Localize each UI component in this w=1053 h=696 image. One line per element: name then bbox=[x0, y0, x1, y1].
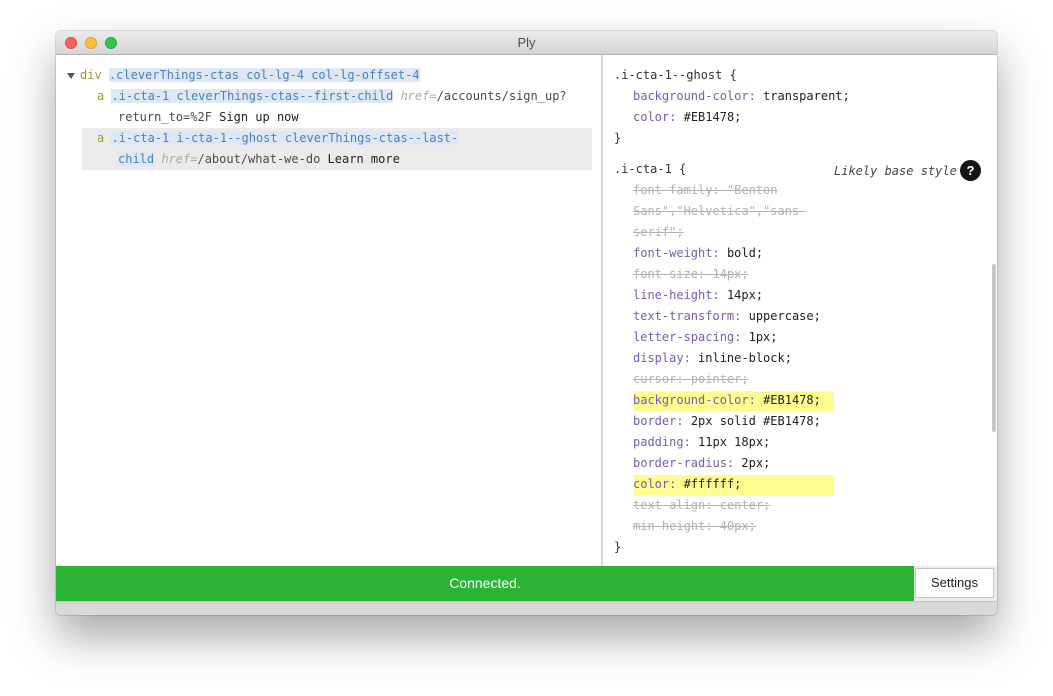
property-name: color: bbox=[633, 110, 677, 124]
window-title: Ply bbox=[517, 35, 536, 50]
declaration[interactable]: padding: 11px 18px; bbox=[633, 432, 770, 453]
declaration-overridden-cont: Sans","Helvetica","sans- bbox=[633, 204, 807, 218]
declaration-highlighted[interactable]: color: #ffffff; bbox=[633, 474, 741, 495]
app-window: Ply div .cleverThings-ctas col-lg-4 col-… bbox=[56, 31, 997, 615]
property-name: background-color: bbox=[633, 393, 756, 407]
property-value: #ffffff; bbox=[683, 477, 742, 491]
property-value: 1px; bbox=[748, 330, 778, 344]
settings-button[interactable]: Settings bbox=[915, 568, 994, 598]
property-value: #EB1478; bbox=[683, 110, 742, 124]
dom-node-div[interactable]: div .cleverThings-ctas col-lg-4 col-lg-o… bbox=[80, 65, 420, 86]
declaration[interactable]: color: #EB1478; bbox=[633, 107, 741, 128]
declaration-overridden[interactable]: text-align: center; bbox=[633, 495, 770, 516]
declaration-overridden-cont: serif"; bbox=[633, 225, 684, 239]
href-value-cont: return_to=%2F bbox=[118, 110, 212, 124]
property-value: uppercase; bbox=[748, 309, 821, 323]
href-key: href= bbox=[400, 89, 437, 103]
property-value: pointer; bbox=[690, 372, 749, 386]
declaration-overridden[interactable]: font-size: 14px; bbox=[633, 264, 749, 285]
property-name: cursor: bbox=[633, 372, 684, 386]
declaration[interactable]: border: 2px solid #EB1478; bbox=[633, 411, 821, 432]
href-value: /accounts/sign_up? bbox=[436, 89, 567, 103]
property-name: min-height: bbox=[633, 519, 713, 533]
node-text: Learn more bbox=[327, 152, 400, 166]
declaration[interactable]: line-height: 14px; bbox=[633, 285, 763, 306]
property-value: inline-block; bbox=[698, 351, 792, 365]
property-name: font-weight: bbox=[633, 246, 720, 260]
likely-base-style-note: Likely base style bbox=[834, 164, 957, 178]
property-name: display: bbox=[633, 351, 691, 365]
property-name: color: bbox=[633, 477, 677, 491]
connection-status: Connected. bbox=[56, 566, 914, 601]
main-content: div .cleverThings-ctas col-lg-4 col-lg-o… bbox=[56, 55, 997, 566]
declaration[interactable]: font-weight: bold; bbox=[633, 243, 763, 264]
property-name: padding: bbox=[633, 435, 691, 449]
node-classes-cont: child bbox=[118, 152, 155, 166]
dom-node-a-signup[interactable]: a .i-cta-1 cleverThings-ctas--first-chil… bbox=[97, 86, 567, 107]
property-name: border-radius: bbox=[633, 456, 735, 470]
disclosure-triangle-icon[interactable] bbox=[67, 73, 75, 79]
styles-pane: .i-cta-1--ghost { background-color: tran… bbox=[603, 55, 997, 566]
declaration-overridden[interactable]: font-family: "Benton bbox=[633, 180, 778, 201]
declaration[interactable]: background-color: transparent; bbox=[633, 86, 850, 107]
property-name: border: bbox=[633, 414, 684, 428]
declaration-overridden[interactable]: cursor: pointer; bbox=[633, 369, 749, 390]
dom-node-a-learnmore-cont: child href=/about/what-we-do Learn more bbox=[118, 149, 400, 170]
declaration-overridden[interactable]: min-height: 40px; bbox=[633, 516, 756, 537]
node-classes: .i-cta-1 cleverThings-ctas--first-child bbox=[111, 89, 394, 103]
property-name: font-size: bbox=[633, 267, 706, 281]
property-name: background-color: bbox=[633, 89, 756, 103]
rule-close-brace: } bbox=[614, 540, 622, 554]
node-classes: .i-cta-1 i-cta-1--ghost cleverThings-cta… bbox=[111, 131, 459, 145]
property-value: 2px solid #EB1478; bbox=[690, 414, 821, 428]
property-name: letter-spacing: bbox=[633, 330, 742, 344]
node-text: Sign up now bbox=[219, 110, 299, 124]
node-tag: a bbox=[97, 131, 105, 145]
declaration[interactable]: display: inline-block; bbox=[633, 348, 792, 369]
property-name: line-height: bbox=[633, 288, 720, 302]
property-name: text-transform: bbox=[633, 309, 742, 323]
declaration[interactable]: letter-spacing: 1px; bbox=[633, 327, 778, 348]
property-value: center; bbox=[719, 498, 771, 512]
node-tag: a bbox=[97, 89, 105, 103]
scrollbar-thumb[interactable] bbox=[992, 264, 996, 432]
property-value: 14px; bbox=[712, 267, 749, 281]
declaration-highlighted[interactable]: background-color: #EB1478; bbox=[633, 390, 821, 411]
href-value: /about/what-we-do bbox=[197, 152, 321, 166]
property-value: 11px 18px; bbox=[698, 435, 771, 449]
property-value: bold; bbox=[726, 246, 764, 260]
rule-selector: .i-cta-1 { bbox=[614, 162, 687, 176]
help-icon[interactable]: ? bbox=[960, 160, 981, 181]
status-bar: Connected. Settings bbox=[56, 566, 997, 601]
declaration[interactable]: text-transform: uppercase; bbox=[633, 306, 821, 327]
href-key: href= bbox=[161, 152, 198, 166]
property-value: #EB1478; bbox=[763, 393, 821, 407]
rule-close-brace: } bbox=[614, 131, 622, 145]
dom-tree-pane: div .cleverThings-ctas col-lg-4 col-lg-o… bbox=[56, 55, 601, 566]
dom-node-a-signup-cont: return_to=%2F Sign up now bbox=[118, 107, 299, 128]
property-value: 14px; bbox=[726, 288, 764, 302]
property-name: text-align: bbox=[633, 498, 713, 512]
declaration[interactable]: border-radius: 2px; bbox=[633, 453, 770, 474]
property-value: 2px; bbox=[741, 456, 771, 470]
title-bar: Ply bbox=[56, 31, 997, 55]
node-tag: div bbox=[80, 68, 102, 82]
property-value: transparent; bbox=[763, 89, 850, 103]
property-value: 40px; bbox=[719, 519, 756, 533]
window-bottom-edge bbox=[56, 601, 997, 615]
node-classes: .cleverThings-ctas col-lg-4 col-lg-offse… bbox=[108, 68, 420, 82]
rule-selector: .i-cta-1--ghost { bbox=[614, 68, 737, 82]
dom-node-a-learnmore[interactable]: a .i-cta-1 i-cta-1--ghost cleverThings-c… bbox=[97, 128, 459, 149]
